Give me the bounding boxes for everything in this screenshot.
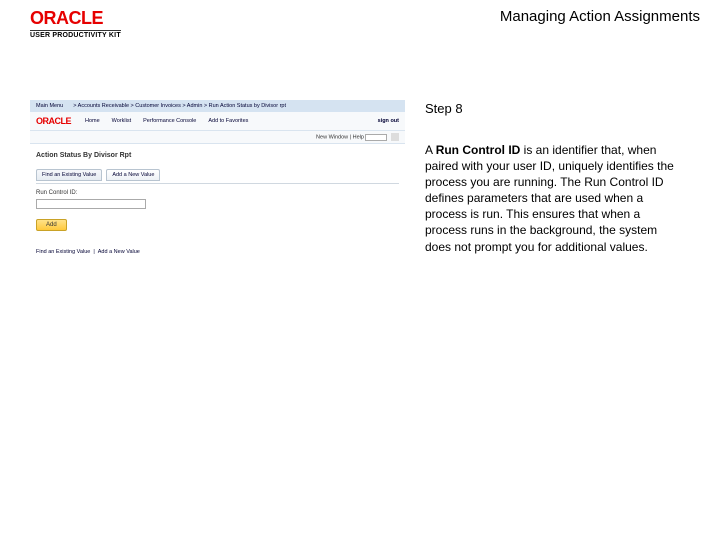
tab-find-existing[interactable]: Find an Existing Value xyxy=(36,169,102,181)
footer-sep: | xyxy=(93,249,94,255)
subrow-label: New Window | Help xyxy=(316,134,364,140)
oracle-logo: ORACLE xyxy=(30,8,121,29)
footer-find-link[interactable]: Find an Existing Value xyxy=(36,249,90,255)
run-control-id-label: Run Control ID: xyxy=(36,190,399,196)
nav-home[interactable]: Home xyxy=(85,118,100,124)
ss-nav: Home Worklist Performance Console Add to… xyxy=(85,118,248,124)
breadcrumb-main: Main Menu xyxy=(36,103,63,109)
step-description: A Run Control ID is an identifier that, … xyxy=(425,142,685,255)
ss-body: Action Status By Divisor Rpt Find an Exi… xyxy=(30,144,405,263)
footer-add-link[interactable]: Add a New Value xyxy=(98,249,140,255)
nav-add-fav[interactable]: Add to Favorites xyxy=(208,118,248,124)
breadcrumb-path: > Accounts Receivable > Customer Invoice… xyxy=(73,103,286,109)
ss-heading: Action Status By Divisor Rpt xyxy=(36,152,399,159)
desc-pre: A xyxy=(425,143,436,157)
embedded-screenshot: Main Menu > Accounts Receivable > Custom… xyxy=(30,100,405,280)
ss-subrow: New Window | Help xyxy=(30,131,405,144)
nav-perf-console[interactable]: Performance Console xyxy=(143,118,196,124)
ss-form: Run Control ID: Add Find an Existing Val… xyxy=(36,183,399,255)
nav-worklist[interactable]: Worklist xyxy=(112,118,131,124)
page-header: ORACLE USER PRODUCTIVITY KIT Managing Ac… xyxy=(0,0,720,45)
desc-bold: Run Control ID xyxy=(436,143,521,157)
signout-link[interactable]: sign out xyxy=(378,118,399,124)
content-row: Main Menu > Accounts Receivable > Custom… xyxy=(0,100,720,280)
step-label: Step 8 xyxy=(425,100,685,118)
logo-subtext: USER PRODUCTIVITY KIT xyxy=(30,30,121,39)
side-text: Step 8 A Run Control ID is an identifier… xyxy=(425,100,685,280)
add-button[interactable]: Add xyxy=(36,219,67,231)
mini-oracle-logo: ORACLE xyxy=(36,116,71,126)
ss-topbar: Main Menu > Accounts Receivable > Custom… xyxy=(30,100,405,112)
ss-tabs: Find an Existing Value Add a New Value xyxy=(36,169,399,181)
desc-post: is an identifier that, when paired with … xyxy=(425,143,674,254)
ss-footer-links: Find an Existing Value | Add a New Value xyxy=(36,249,399,255)
logo-block: ORACLE USER PRODUCTIVITY KIT xyxy=(30,8,121,39)
page-title: Managing Action Assignments xyxy=(500,8,700,25)
mini-search-input[interactable] xyxy=(365,134,387,141)
run-control-id-input[interactable] xyxy=(36,199,146,209)
search-icon[interactable] xyxy=(391,133,399,141)
ss-brandrow: ORACLE Home Worklist Performance Console… xyxy=(30,112,405,131)
tab-add-new[interactable]: Add a New Value xyxy=(106,169,160,181)
